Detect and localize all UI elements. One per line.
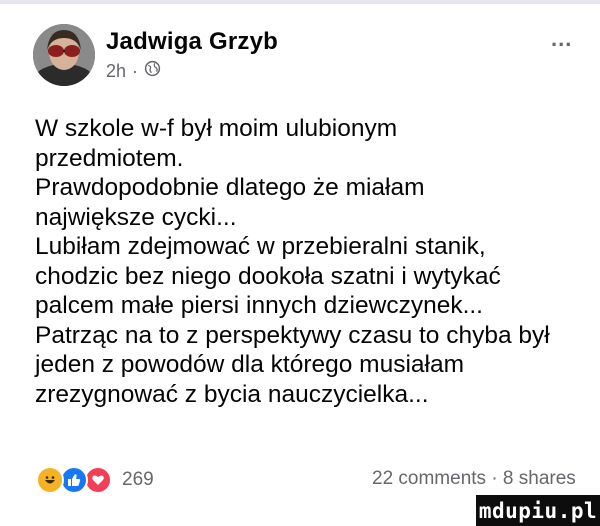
avatar[interactable] bbox=[33, 24, 95, 86]
meta-separator: · bbox=[132, 60, 139, 81]
post-line: Prawdopodobnie dlatego że miałam bbox=[35, 174, 425, 201]
post-line: chodzic bez niego dookoła szatni i wytyk… bbox=[35, 262, 501, 290]
like-icon bbox=[60, 466, 88, 494]
haha-icon bbox=[36, 466, 64, 494]
post-line: przedmiotem. bbox=[35, 144, 184, 172]
author-name[interactable]: Jadwiga Grzyb bbox=[106, 28, 278, 56]
post-line: jeden z powodów dla którego musiałam bbox=[35, 351, 464, 378]
comments-shares-link[interactable]: 22 comments · 8 shares bbox=[372, 468, 576, 490]
avatar-image bbox=[33, 24, 95, 86]
post-meta: 2h · bbox=[106, 60, 161, 82]
post-time[interactable]: 2h bbox=[106, 61, 126, 82]
love-icon bbox=[84, 466, 112, 494]
post-line: największe cycki... bbox=[35, 203, 237, 231]
more-options-button[interactable]: ... bbox=[551, 26, 572, 52]
post-line: zrezygnować z bycia nauczycielka... bbox=[35, 380, 429, 408]
post-line: palcem małe piersi innych dziewczynek... bbox=[35, 292, 483, 319]
post-body: W szkole w-f był moim ulubionym przedmio… bbox=[35, 114, 585, 409]
top-divider bbox=[0, 0, 600, 4]
post-line: W szkole w-f był moim ulubionym bbox=[35, 115, 398, 142]
reactions-summary[interactable]: 269 bbox=[36, 466, 154, 494]
post-line: Lubiłam zdejmować w przebieralni stanik, bbox=[35, 233, 486, 260]
site-watermark: mdupiu.pl bbox=[476, 495, 600, 526]
globe-icon bbox=[144, 60, 161, 82]
post-line: Patrząc na to z perspektywy czasu to chy… bbox=[35, 321, 550, 349]
reaction-count: 269 bbox=[122, 469, 154, 490]
